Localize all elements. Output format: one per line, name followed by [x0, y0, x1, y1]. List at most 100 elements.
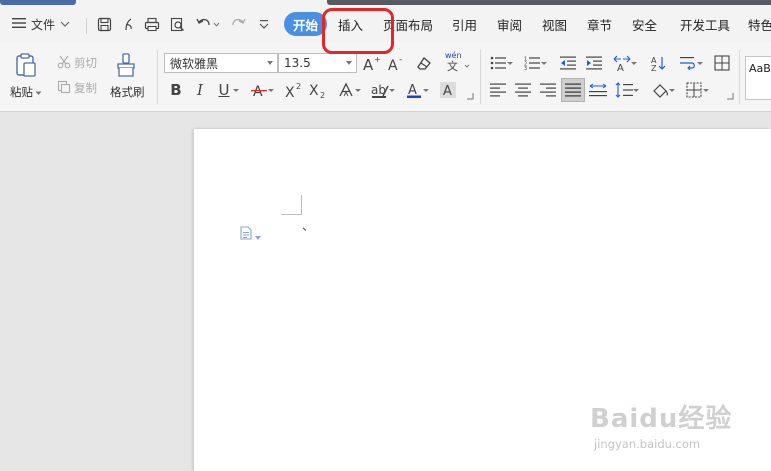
window-tab-left[interactable] — [0, 0, 76, 5]
svg-text:A: A — [363, 56, 374, 71]
align-center-icon[interactable] — [513, 80, 533, 100]
pinyin-guide-label: wén — [445, 50, 462, 60]
shading-fill-icon[interactable] — [650, 80, 675, 100]
chevron-down-icon — [267, 61, 273, 65]
strikethrough-icon[interactable]: A — [249, 80, 274, 100]
increase-indent-icon[interactable] — [584, 53, 604, 73]
tab-features[interactable]: 特色 — [748, 12, 771, 36]
svg-text:2: 2 — [296, 82, 301, 91]
svg-text:A: A — [388, 58, 398, 71]
decrease-indent-icon[interactable] — [558, 53, 578, 73]
font-size-value: 13.5 — [284, 56, 311, 70]
text-effect-icon[interactable] — [336, 80, 361, 100]
style-gallery-normal[interactable]: AaB — [745, 56, 771, 100]
paragraph-dialog-launcher-icon[interactable] — [726, 92, 734, 100]
file-menu[interactable]: 文件 — [12, 12, 70, 36]
format-painter-button[interactable]: 格式刷 — [110, 52, 145, 100]
style-preview-text: AaB — [749, 62, 771, 75]
tab-section[interactable]: 章节 — [587, 12, 612, 36]
distributed-align-icon[interactable] — [588, 80, 608, 100]
window-tab-right[interactable] — [327, 0, 771, 5]
increase-font-size-icon[interactable]: A + — [362, 53, 382, 73]
tab-security[interactable]: 安全 — [632, 12, 657, 36]
justify-icon[interactable] — [561, 78, 585, 102]
clear-format-icon[interactable] — [414, 53, 434, 73]
ribbon-separator — [157, 50, 158, 104]
tab-developer-tools[interactable]: 开发工具 — [680, 12, 730, 36]
redo-icon[interactable] — [228, 12, 248, 36]
print-preview-icon[interactable] — [167, 12, 187, 36]
watermark-brand: Baidu经验 — [590, 404, 733, 434]
svg-text:-: - — [399, 55, 402, 65]
document-icon — [240, 225, 252, 244]
ribbon-separator — [739, 50, 740, 104]
show-hide-marks-icon[interactable] — [678, 53, 703, 73]
tab-home[interactable]: 开始 — [284, 12, 328, 36]
align-left-icon[interactable] — [488, 80, 508, 100]
font-name-value: 微软雅黑 — [170, 56, 219, 71]
align-right-icon[interactable] — [538, 80, 558, 100]
hamburger-icon — [12, 17, 26, 32]
file-menu-label: 文件 — [31, 17, 56, 32]
underline-icon[interactable]: U — [214, 80, 239, 100]
copy-label: 复制 — [74, 81, 97, 95]
superscript-icon[interactable]: X2 — [284, 80, 304, 100]
chevron-down-icon — [60, 17, 70, 31]
paragraph-options-button[interactable] — [240, 225, 261, 244]
tab-review[interactable]: 审阅 — [497, 12, 522, 36]
font-size-select[interactable]: 13.5 — [278, 53, 357, 73]
scissors-icon — [57, 55, 71, 72]
numbered-list-icon[interactable]: 123 — [522, 53, 547, 73]
bold-icon[interactable]: B — [166, 80, 186, 100]
paint-brush-icon — [114, 52, 140, 81]
cut-label: 剪切 — [74, 56, 97, 70]
subscript-icon[interactable]: X2 — [308, 80, 328, 100]
ribbon-separator — [480, 50, 481, 104]
clipboard-icon — [13, 52, 39, 81]
svg-text:+: + — [374, 55, 381, 64]
table-layout-icon[interactable] — [712, 53, 732, 73]
character-shading-icon[interactable]: A — [438, 80, 458, 100]
svg-text:A: A — [443, 84, 452, 98]
svg-text:X: X — [285, 85, 295, 98]
watermark-url: jingyan.baidu.com — [594, 437, 701, 451]
italic-icon[interactable]: I — [190, 80, 210, 100]
output-pdf-icon[interactable] — [118, 12, 138, 36]
watermark: Baidu经验 jingyan.baidu.com — [590, 398, 765, 458]
svg-text:Z: Z — [651, 64, 657, 71]
chinese-layout-icon[interactable]: A — [612, 53, 637, 73]
copy-button[interactable]: 复制 — [57, 79, 97, 97]
chevron-down-icon — [346, 61, 352, 65]
highlight-annotation — [322, 8, 394, 54]
font-color-icon[interactable]: A — [404, 80, 429, 100]
margin-corner-mark — [281, 195, 302, 215]
tab-view[interactable]: 视图 — [542, 12, 567, 36]
bullet-list-icon[interactable] — [488, 53, 513, 73]
borders-icon[interactable] — [684, 80, 709, 100]
chevron-down-icon — [35, 85, 42, 99]
customize-toolbar-icon[interactable] — [254, 12, 274, 36]
svg-text:文: 文 — [447, 59, 458, 72]
font-dialog-launcher-icon[interactable] — [466, 92, 474, 100]
font-name-select[interactable]: 微软雅黑 — [164, 53, 278, 73]
tab-references[interactable]: 引用 — [452, 12, 477, 36]
copy-icon — [57, 80, 71, 97]
print-icon[interactable] — [142, 12, 162, 36]
menu-separator — [86, 18, 87, 34]
svg-text:3: 3 — [524, 66, 527, 70]
svg-text:X: X — [309, 83, 319, 98]
decrease-font-size-icon[interactable]: A- — [387, 53, 407, 73]
line-spacing-icon[interactable] — [614, 80, 639, 100]
svg-text:A: A — [617, 63, 624, 71]
pinyin-guide-button[interactable]: wén 文 — [444, 50, 472, 72]
highlight-color-icon[interactable]: ab — [370, 80, 395, 100]
save-icon[interactable] — [94, 12, 114, 36]
chevron-down-icon — [255, 225, 261, 244]
text-cursor-char: 、 — [302, 219, 315, 233]
paste-button[interactable]: 粘贴 — [10, 52, 42, 100]
format-painter-label: 格式刷 — [110, 85, 145, 99]
svg-text:2: 2 — [320, 91, 325, 98]
undo-icon[interactable] — [194, 12, 222, 36]
cut-button[interactable]: 剪切 — [57, 54, 97, 72]
sort-icon[interactable]: AZ — [648, 53, 668, 73]
